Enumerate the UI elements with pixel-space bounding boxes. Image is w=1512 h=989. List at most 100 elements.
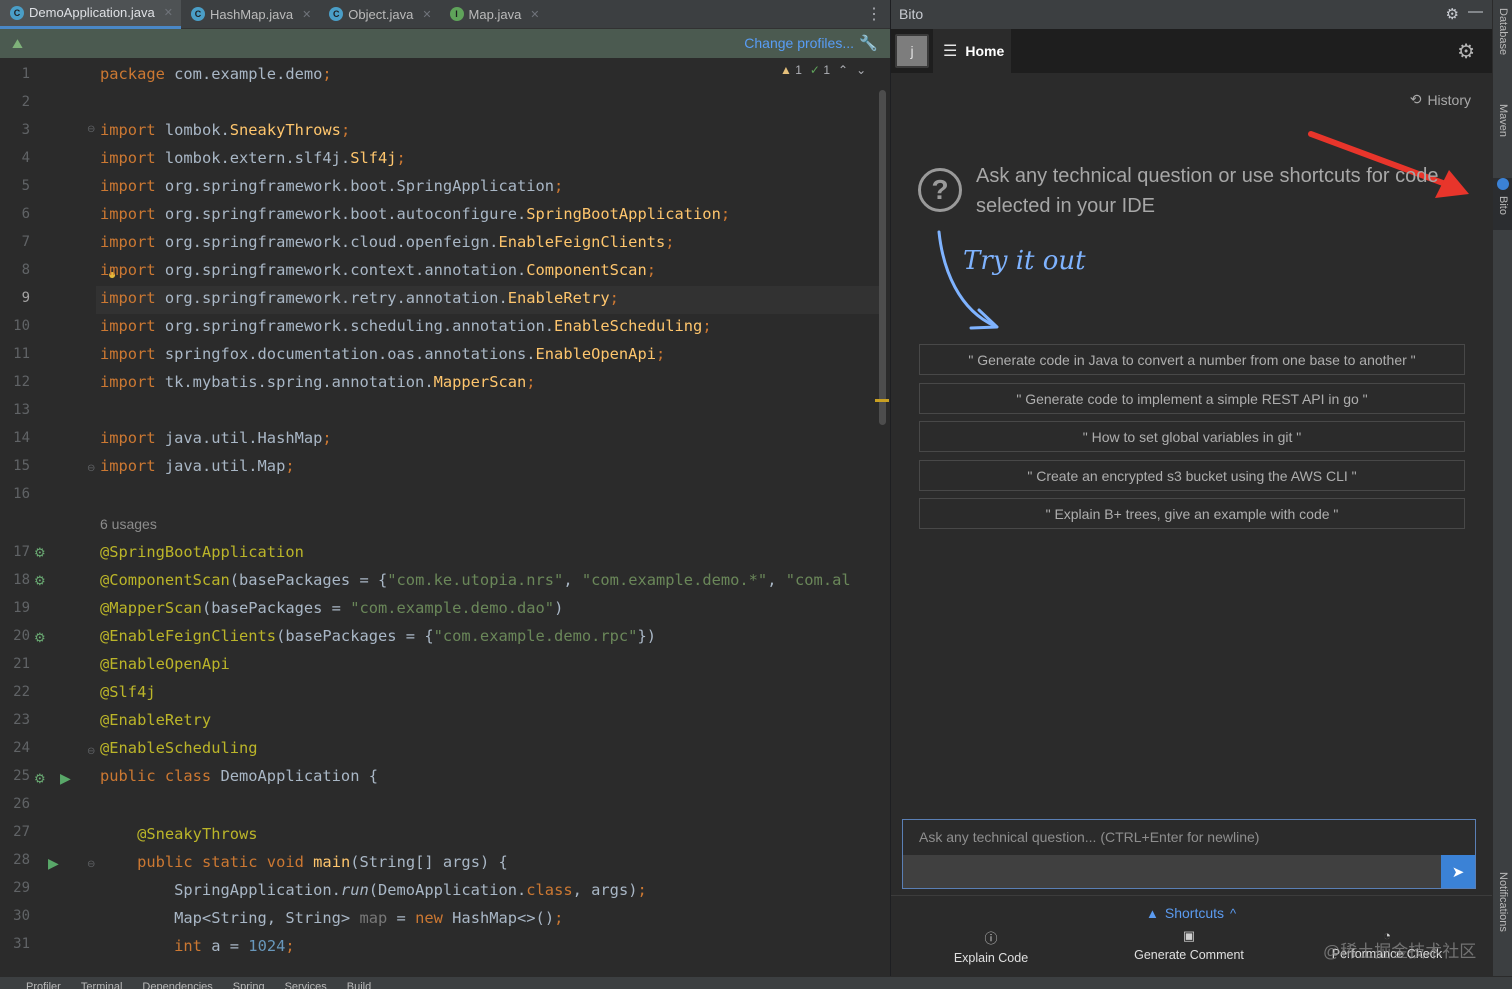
- code-line: @SpringBootApplication: [100, 543, 304, 561]
- line-number: 31: [13, 936, 30, 952]
- line-number: 14: [13, 430, 30, 446]
- line-number: 5: [21, 178, 30, 194]
- interface-icon: I: [449, 7, 464, 21]
- spring-bean-icon[interactable]: ⚙: [34, 573, 46, 589]
- more-vertical-icon[interactable]: ⋮: [866, 4, 882, 24]
- line-number: 2: [21, 94, 30, 110]
- suggestion-button[interactable]: " Generate code in Java to convert a num…: [919, 344, 1465, 375]
- line-number: 16: [13, 486, 30, 502]
- tab-map[interactable]: I Map.java ✕: [440, 0, 548, 29]
- code-area[interactable]: package com.example.demo; import lombok.…: [100, 58, 880, 976]
- bito-icon: [1497, 178, 1509, 190]
- line-number: 21: [13, 656, 30, 672]
- spring-bean-icon[interactable]: ⚙: [34, 545, 46, 561]
- line-number: 27: [13, 824, 30, 840]
- shortcuts-icon: ▲: [1146, 905, 1159, 921]
- terminal-tab[interactable]: Terminal: [81, 977, 123, 989]
- gear-icon[interactable]: ⚙: [1446, 5, 1459, 23]
- watermark: @稀土掘金技术社区: [1323, 942, 1477, 961]
- suggestion-button[interactable]: " Create an encrypted s3 bucket using th…: [919, 460, 1465, 491]
- code-line: import java.util.HashMap;: [100, 429, 332, 447]
- explain-code-label: Explain Code: [953, 951, 1029, 965]
- profiler-tab[interactable]: Profiler: [26, 977, 61, 989]
- close-icon[interactable]: ✕: [302, 8, 311, 21]
- history-button[interactable]: ⟲ History: [1410, 91, 1471, 108]
- menu-icon: ☰: [943, 43, 958, 60]
- close-icon[interactable]: ✕: [164, 6, 173, 19]
- code-line: public class DemoApplication {: [100, 767, 378, 785]
- tab-hashmap[interactable]: C HashMap.java ✕: [181, 0, 319, 29]
- question-icon: ?: [918, 168, 962, 212]
- suggestion-button[interactable]: " How to set global variables in git ": [919, 421, 1465, 452]
- line-number: 8: [21, 262, 30, 278]
- explain-code-button[interactable]: ⓘ Explain Code: [891, 928, 1091, 965]
- code-line: import org.springframework.boot.autoconf…: [100, 205, 731, 223]
- wrench-icon[interactable]: 🔧: [859, 34, 878, 52]
- spring-bean-icon[interactable]: ⚙: [34, 630, 46, 646]
- code-line: import springfox.documentation.oas.annot…: [100, 345, 666, 363]
- code-line: @EnableScheduling: [100, 739, 258, 757]
- notifications-tool-button[interactable]: Notifications: [1493, 872, 1512, 968]
- history-label: History: [1427, 91, 1471, 108]
- tab-object[interactable]: C Object.java ✕: [319, 0, 439, 29]
- history-icon: ⟲: [1409, 91, 1422, 107]
- intro-text: Ask any technical question or use shortc…: [976, 165, 1439, 217]
- send-button[interactable]: ➤: [1441, 855, 1475, 888]
- editor-tab-bar: C DemoApplication.java ✕ C HashMap.java …: [0, 0, 890, 29]
- minimize-icon[interactable]: —: [1468, 3, 1483, 20]
- line-number: 24: [13, 740, 30, 756]
- fold-icon[interactable]: ⊖: [87, 463, 95, 474]
- shortcuts-toggle[interactable]: ▲ Shortcuts ^: [1146, 905, 1236, 921]
- suggestion-button[interactable]: " Generate code to implement a simple RE…: [919, 383, 1465, 414]
- suggestion-button[interactable]: " Explain B+ trees, give an example with…: [919, 498, 1465, 529]
- chevron-up-icon: ^: [1230, 905, 1237, 921]
- scrollbar[interactable]: [879, 90, 886, 425]
- warning-marker[interactable]: [875, 399, 889, 402]
- maven-tool-button[interactable]: Maven: [1493, 104, 1512, 174]
- class-icon: C: [10, 5, 24, 20]
- profile-icon: ⛰: [12, 36, 23, 51]
- database-tool-button[interactable]: Database: [1493, 8, 1512, 88]
- build-tab[interactable]: Build: [347, 977, 371, 989]
- code-line: Map<String, String> map = new HashMap<>(…: [100, 909, 564, 927]
- line-number: 4: [21, 150, 30, 166]
- line-number: 28: [13, 852, 30, 868]
- run-icon[interactable]: ▶: [48, 855, 59, 872]
- run-icon[interactable]: ▶: [60, 770, 71, 787]
- tab-home[interactable]: ☰ Home: [933, 29, 1011, 73]
- code-line: SpringApplication.run(DemoApplication.cl…: [100, 881, 647, 899]
- line-number: 11: [13, 346, 30, 362]
- close-icon[interactable]: ✕: [530, 8, 539, 21]
- services-tab[interactable]: Services: [285, 977, 327, 989]
- line-number: 17: [13, 544, 30, 560]
- tab-demo-application[interactable]: C DemoApplication.java ✕: [0, 0, 181, 29]
- code-line: public static void main(String[] args) {: [137, 853, 508, 871]
- line-number: 25: [13, 768, 30, 784]
- tab-label: Object.java: [348, 6, 414, 22]
- spring-tab[interactable]: Spring: [233, 977, 265, 989]
- line-number: 9: [21, 290, 30, 306]
- change-profiles-link[interactable]: Change profiles...: [744, 35, 854, 51]
- chat-input-area[interactable]: [903, 855, 1441, 888]
- line-number: 6: [21, 206, 30, 222]
- line-number: 12: [13, 374, 30, 390]
- fold-icon[interactable]: ⊖: [87, 859, 95, 870]
- spring-bean-icon[interactable]: ⚙: [34, 771, 46, 787]
- line-number: 13: [13, 402, 30, 418]
- avatar[interactable]: j: [895, 34, 929, 68]
- generate-comment-button[interactable]: ▣ Generate Comment: [1089, 928, 1289, 962]
- right-tool-strip: Database Maven Bito Notifications: [1492, 0, 1512, 976]
- chat-input[interactable]: [903, 820, 1475, 854]
- usages-hint[interactable]: 6 usages: [100, 510, 157, 538]
- bito-tool-button[interactable]: Bito: [1493, 178, 1512, 230]
- bito-nav: j ☰ Home ⚙: [891, 29, 1493, 73]
- panel-title: Bito: [899, 6, 924, 22]
- fold-icon[interactable]: ⊖: [87, 746, 95, 757]
- close-icon[interactable]: ✕: [422, 8, 431, 21]
- settings-icon[interactable]: ⚙: [1457, 39, 1475, 64]
- fold-icon[interactable]: ⊖: [87, 124, 95, 135]
- code-line: @ComponentScan(basePackages = {"com.ke.u…: [100, 571, 851, 589]
- code-line: int a = 1024;: [174, 937, 295, 955]
- dependencies-tab[interactable]: Dependencies: [142, 977, 212, 989]
- code-editor: C DemoApplication.java ✕ C HashMap.java …: [0, 0, 890, 976]
